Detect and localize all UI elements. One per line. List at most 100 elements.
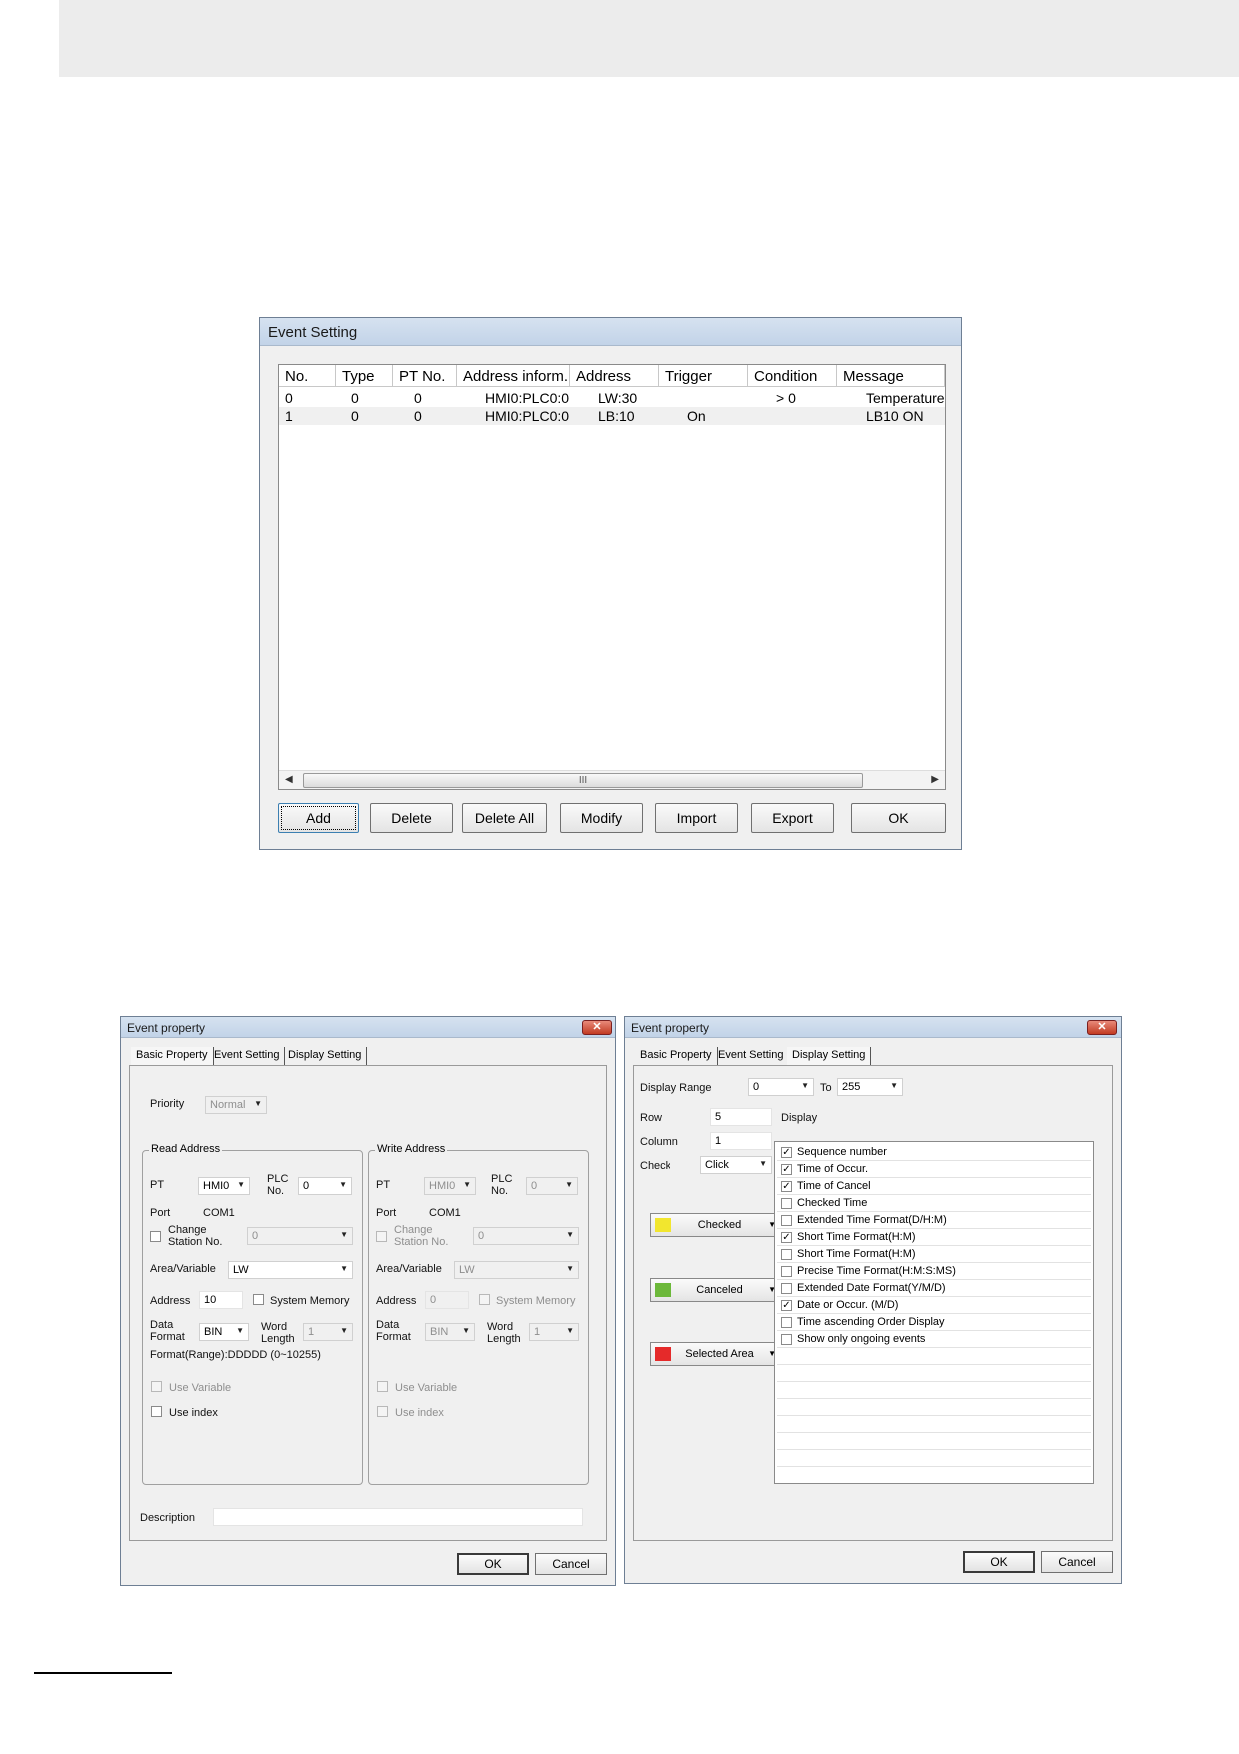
canceled-color-button[interactable]: Canceled ▼ (650, 1278, 781, 1302)
read-system-memory-checkbox[interactable] (253, 1294, 264, 1305)
cell-trigger: On (687, 408, 706, 424)
checkbox[interactable] (781, 1334, 792, 1345)
check-mode-select[interactable]: Click ▼ (700, 1156, 772, 1174)
read-word-length-select[interactable]: 1 ▼ (303, 1323, 353, 1341)
column-header-type[interactable]: Type (336, 365, 393, 387)
delete-all-button[interactable]: Delete All (462, 803, 547, 833)
tab-event-setting[interactable]: Event Setting (713, 1047, 790, 1065)
list-item[interactable]: Short Time Format(H:M) (777, 1246, 1091, 1263)
list-item[interactable]: Time ascending Order Display (777, 1314, 1091, 1331)
column-header-message[interactable]: Message (837, 365, 945, 387)
checkbox[interactable] (781, 1317, 792, 1328)
add-button[interactable]: Add (278, 803, 359, 833)
checkbox[interactable]: ✓ (781, 1300, 792, 1311)
checkbox[interactable]: ✓ (781, 1147, 792, 1158)
column-input[interactable]: 1 (710, 1132, 772, 1150)
read-change-station-checkbox[interactable] (150, 1231, 161, 1242)
column-header-pt-no[interactable]: PT No. (393, 365, 457, 387)
ok-button[interactable]: OK (457, 1553, 529, 1575)
write-change-station-checkbox[interactable] (376, 1231, 387, 1242)
read-plc-label: PLC No. (267, 1173, 289, 1197)
column-header-condition[interactable]: Condition (748, 365, 837, 387)
list-item[interactable]: ✓ Time of Cancel (777, 1178, 1091, 1195)
checkbox[interactable]: ✓ (781, 1164, 792, 1175)
event-list-grid[interactable]: No. Type PT No. Address inform... Addres… (278, 364, 946, 790)
close-icon[interactable]: ✕ (582, 1020, 612, 1035)
cancel-button[interactable]: Cancel (1041, 1551, 1113, 1573)
read-use-index-checkbox[interactable] (151, 1406, 162, 1417)
priority-label: Priority (150, 1098, 185, 1110)
scroll-right-icon[interactable]: ▶ (931, 774, 939, 785)
list-item[interactable]: ✓ Time of Occur. (777, 1161, 1091, 1178)
write-use-variable-checkbox[interactable] (377, 1381, 388, 1392)
column-header-address-info[interactable]: Address inform... (457, 365, 570, 387)
checked-color-button[interactable]: Checked ▼ (650, 1213, 781, 1237)
column-header-no[interactable]: No. (279, 365, 336, 387)
list-item-empty (777, 1365, 1091, 1382)
checkbox[interactable] (781, 1283, 792, 1294)
range-from-select[interactable]: 0 ▼ (748, 1078, 814, 1096)
modify-button[interactable]: Modify (560, 803, 643, 833)
write-data-format-select[interactable]: BIN ▼ (425, 1323, 475, 1341)
horizontal-scrollbar[interactable]: ◀ III ▶ (279, 770, 945, 789)
write-word-length-select[interactable]: 1 ▼ (529, 1323, 579, 1341)
close-icon[interactable]: ✕ (1087, 1020, 1117, 1035)
description-input[interactable] (213, 1508, 583, 1526)
display-items-list[interactable]: ✓ Sequence number ✓ Time of Occur. ✓ Time o… (774, 1141, 1094, 1484)
ok-button[interactable]: OK (963, 1551, 1035, 1573)
column-header-trigger[interactable]: Trigger (659, 365, 748, 387)
scrollbar-thumb[interactable]: III (303, 773, 863, 788)
chevron-down-icon: ▼ (565, 1180, 573, 1189)
ok-button[interactable]: OK (851, 803, 946, 833)
tab-basic-property[interactable]: Basic Property (131, 1047, 214, 1065)
tab-basic-property[interactable]: Basic Property (635, 1047, 718, 1065)
checkbox[interactable] (781, 1215, 792, 1226)
list-item-empty (777, 1416, 1091, 1433)
check-label: Check (640, 1160, 670, 1172)
table-row[interactable]: 0 0 0 HMI0:PLC0:0 LW:30 > 0 Temperature (279, 389, 945, 407)
read-station-select[interactable]: 0 ▼ (247, 1227, 353, 1245)
list-item[interactable]: Extended Date Format(Y/M/D) (777, 1280, 1091, 1297)
table-row[interactable]: 1 0 0 HMI0:PLC0:0 LB:10 On LB10 ON (279, 407, 945, 425)
checkbox[interactable]: ✓ (781, 1181, 792, 1192)
import-button[interactable]: Import (655, 803, 738, 833)
write-address-input[interactable]: 0 (425, 1291, 469, 1309)
read-use-variable-checkbox[interactable] (151, 1381, 162, 1392)
column-header-address[interactable]: Address (570, 365, 659, 387)
list-item[interactable]: Precise Time Format(H:M:S:MS) (777, 1263, 1091, 1280)
read-area-select[interactable]: LW ▼ (228, 1261, 353, 1279)
write-area-select[interactable]: LW ▼ (454, 1261, 579, 1279)
list-item[interactable]: ✓ Short Time Format(H:M) (777, 1229, 1091, 1246)
list-item[interactable]: ✓ Date or Occur. (M/D) (777, 1297, 1091, 1314)
write-plc-select[interactable]: 0 ▼ (526, 1177, 578, 1195)
row-input[interactable]: 5 (710, 1108, 772, 1126)
read-address-input[interactable]: 10 (199, 1291, 243, 1309)
write-station-select[interactable]: 0 ▼ (473, 1227, 579, 1245)
range-to-select[interactable]: 255 ▼ (837, 1078, 903, 1096)
export-button[interactable]: Export (751, 803, 834, 833)
checkbox[interactable] (781, 1249, 792, 1260)
list-item[interactable]: Extended Time Format(D/H:M) (777, 1212, 1091, 1229)
cell-address-info: HMI0:PLC0:0 (485, 408, 570, 424)
tab-display-setting[interactable]: Display Setting (283, 1047, 368, 1065)
checkbox[interactable]: ✓ (781, 1232, 792, 1243)
selected-area-color-button[interactable]: Selected Area ▼ (650, 1342, 781, 1366)
read-pt-select[interactable]: HMI0 ▼ (198, 1177, 250, 1195)
write-system-memory-checkbox[interactable] (479, 1294, 490, 1305)
list-item[interactable]: Checked Time (777, 1195, 1091, 1212)
checkbox[interactable] (781, 1266, 792, 1277)
list-item[interactable]: Show only ongoing events (777, 1331, 1091, 1348)
cancel-button[interactable]: Cancel (535, 1553, 607, 1575)
scroll-left-icon[interactable]: ◀ (285, 774, 293, 785)
list-item-label: Short Time Format(H:M) (797, 1248, 916, 1260)
read-data-format-select[interactable]: BIN ▼ (199, 1323, 249, 1341)
priority-select[interactable]: Normal ▼ (205, 1096, 267, 1114)
delete-button[interactable]: Delete (370, 803, 453, 833)
write-pt-select[interactable]: HMI0 ▼ (424, 1177, 476, 1195)
list-item[interactable]: ✓ Sequence number (777, 1144, 1091, 1161)
tab-event-setting[interactable]: Event Setting (209, 1047, 286, 1065)
tab-display-setting[interactable]: Display Setting (787, 1047, 872, 1065)
read-plc-select[interactable]: 0 ▼ (298, 1177, 352, 1195)
checkbox[interactable] (781, 1198, 792, 1209)
write-use-index-checkbox[interactable] (377, 1406, 388, 1417)
